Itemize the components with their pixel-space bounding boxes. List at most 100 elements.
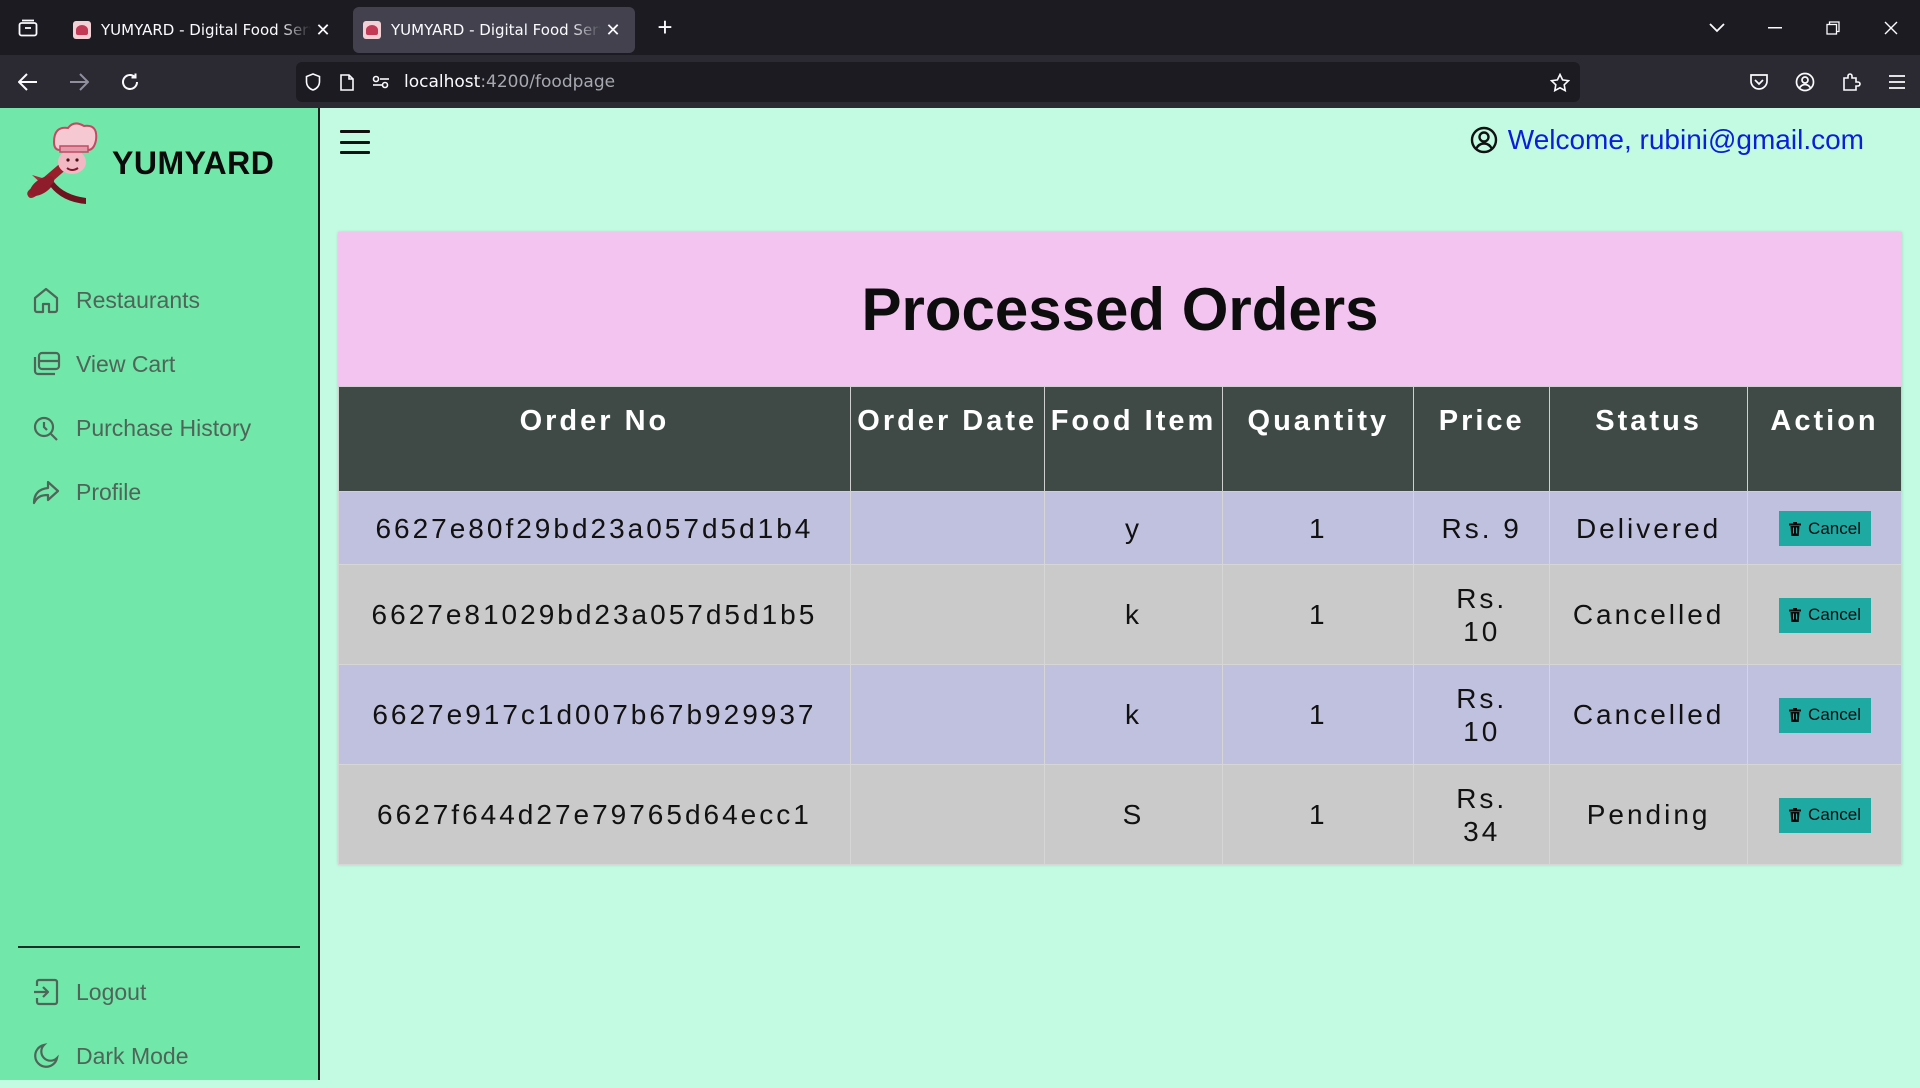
browser-nav-bar: localhost:4200/foodpage [0,55,1920,108]
tab-title: YUMYARD - Digital Food Service [101,21,311,39]
browser-tab-active[interactable]: YUMYARD - Digital Food Service ✕ [353,7,635,53]
cell-status: Cancelled [1549,564,1749,665]
trash-icon [1789,521,1802,536]
tab-close-icon[interactable]: ✕ [601,18,625,42]
cell-action: Cancel [1747,664,1902,765]
extensions-icon[interactable] [1828,62,1874,102]
user-circle-icon [1470,126,1497,154]
back-icon[interactable] [5,62,51,102]
main-content: Welcome, rubini@gmail.com Processed Orde… [320,108,1920,1080]
cell-action: Cancel [1747,491,1902,565]
tab-title: YUMYARD - Digital Food Service [391,21,601,39]
logout-icon [30,976,62,1008]
cancel-button-label: Cancel [1808,805,1861,825]
cell-price: Rs. 10 [1413,664,1551,765]
cell-quantity: 1 [1222,491,1415,565]
brand-logo[interactable]: YUMYARD [24,120,274,206]
column-header-quantity: Quantity [1222,386,1415,492]
cart-icon [30,348,62,380]
moon-icon [30,1040,62,1072]
cell-food-item: k [1043,564,1224,665]
sidebar-item-label: Logout [76,978,147,1005]
column-header-order-no: Order No [338,386,851,492]
cell-order-no: 6627f644d27e79765d64ecc1 [338,764,851,865]
cancel-order-button[interactable]: Cancel [1778,597,1871,633]
window-close-icon[interactable] [1862,0,1920,55]
page-title: Processed Orders [861,275,1379,343]
cell-order-date [849,491,1045,565]
table-row: 6627e81029bd23a057d5d1b5 k 1 Rs. 10 Canc… [338,564,1902,665]
share-icon [30,476,62,508]
cell-status: Pending [1549,764,1749,865]
column-header-order-date: Order Date [849,386,1045,492]
brand-name: YUMYARD [112,144,275,181]
cell-status: Delivered [1549,491,1749,565]
trash-icon [1789,708,1802,723]
table-row: 6627f644d27e79765d64ecc1 S 1 Rs. 34 Pend… [338,764,1902,865]
cell-quantity: 1 [1222,564,1415,665]
app-menu-icon[interactable] [1874,62,1920,102]
favicon-icon [363,21,381,39]
shield-icon[interactable] [296,62,330,102]
pocket-icon[interactable] [1736,62,1782,102]
page-icon[interactable] [330,62,364,102]
sidebar-divider [18,946,300,948]
sidebar-item-label: Purchase History [76,414,252,441]
history-icon [30,412,62,444]
cell-food-item: y [1043,491,1224,565]
tab-close-icon[interactable]: ✕ [311,18,335,42]
cell-action: Cancel [1747,564,1902,665]
cancel-button-label: Cancel [1808,705,1861,725]
cell-action: Cancel [1747,764,1902,865]
table-row: 6627e917c1d007b67b929937 k 1 Rs. 10 Canc… [338,664,1902,765]
cell-order-no: 6627e81029bd23a057d5d1b5 [338,564,851,665]
sidebar-item-purchase-history[interactable]: Purchase History [30,396,251,460]
account-icon[interactable] [1782,62,1828,102]
welcome-message: Welcome, rubini@gmail.com [1470,124,1864,156]
orders-card: Processed Orders Order No Order Date Foo… [338,232,1902,865]
cancel-order-button[interactable]: Cancel [1778,697,1871,733]
trash-icon [1789,608,1802,623]
sidebar-item-profile[interactable]: Profile [30,460,251,524]
sidebar-bottom-menu: Logout Dark Mode [30,960,188,1088]
restore-icon[interactable] [1804,0,1862,55]
forward-icon[interactable] [56,62,102,102]
favicon-icon [73,21,91,39]
orders-table: Order No Order Date Food Item Quantity P… [338,386,1902,865]
browser-tab[interactable]: YUMYARD - Digital Food Service ✕ [63,7,345,53]
bookmark-star-icon[interactable] [1540,62,1580,102]
column-header-food-item: Food Item [1043,386,1224,492]
home-icon [30,284,62,316]
tab-overflow-chevron-icon[interactable] [1688,0,1746,55]
tab-list-icon[interactable] [0,0,55,55]
cell-quantity: 1 [1222,764,1415,865]
cell-price: Rs. 10 [1413,564,1551,665]
sidebar-item-label: View Cart [76,350,176,377]
permissions-icon[interactable] [364,62,398,102]
cell-price: Rs. 9 [1413,491,1551,565]
chef-logo-icon [27,122,98,204]
sidebar-item-restaurants[interactable]: Restaurants [30,268,251,332]
cancel-order-button[interactable]: Cancel [1778,797,1871,833]
sidebar-item-logout[interactable]: Logout [30,960,188,1024]
new-tab-icon[interactable]: + [645,8,685,48]
minimize-icon[interactable] [1746,0,1804,55]
reload-icon[interactable] [107,62,153,102]
browser-tab-bar: YUMYARD - Digital Food Service ✕ YUMYARD… [0,0,1920,55]
cancel-button-label: Cancel [1808,605,1861,625]
table-row: 6627e80f29bd23a057d5d1b4 y 1 Rs. 9 Deliv… [338,491,1902,565]
cell-food-item: S [1043,764,1224,865]
cell-price: Rs. 34 [1413,764,1551,865]
sidebar-item-view-cart[interactable]: View Cart [30,332,251,396]
hamburger-menu-icon[interactable] [340,130,370,154]
address-bar[interactable]: localhost:4200/foodpage [296,62,1580,102]
cancel-button-label: Cancel [1808,518,1861,538]
sidebar-item-label: Restaurants [76,286,201,313]
cell-order-date [849,564,1045,665]
sidebar-item-dark-mode[interactable]: Dark Mode [30,1024,188,1088]
cancel-order-button[interactable]: Cancel [1778,511,1871,547]
cell-quantity: 1 [1222,664,1415,765]
welcome-text: Welcome, rubini@gmail.com [1507,124,1864,155]
sidebar-item-label: Dark Mode [76,1042,189,1069]
sidebar: YUMYARD Restaurants View Cart Purchase H… [0,108,320,1080]
